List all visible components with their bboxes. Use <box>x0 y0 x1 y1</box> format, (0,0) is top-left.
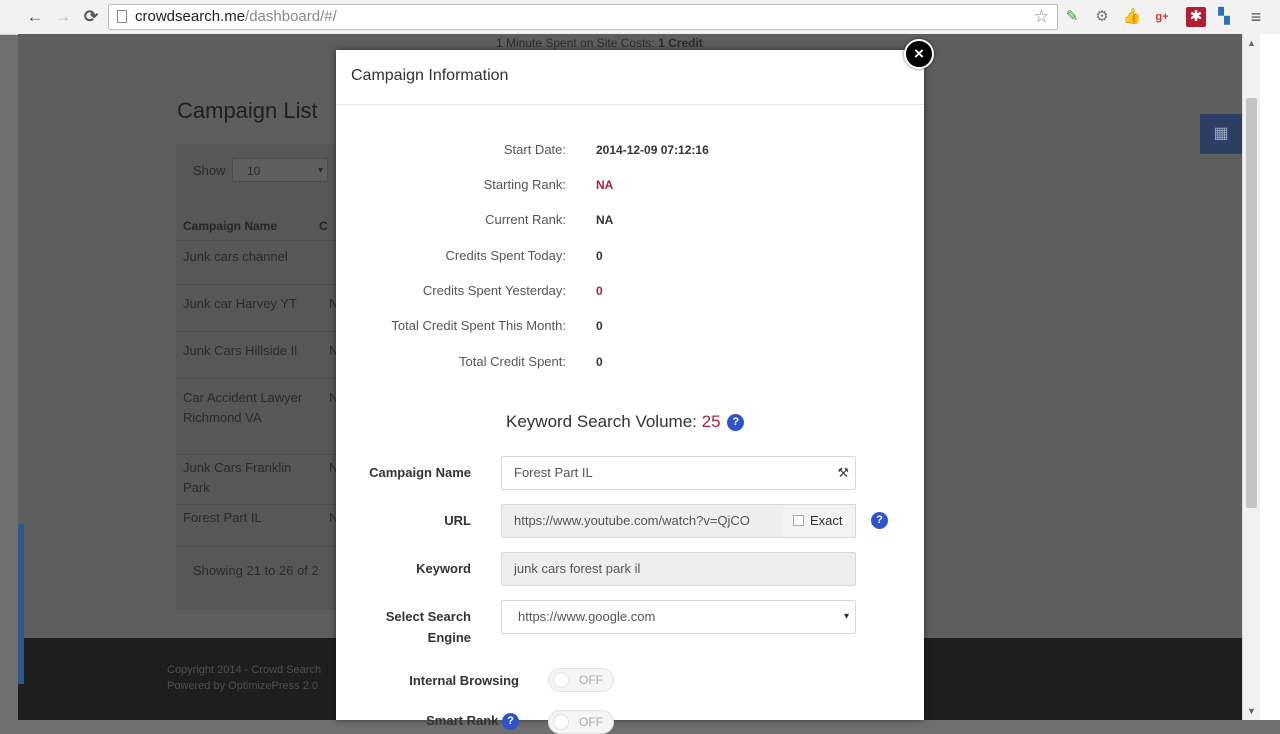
toggle-knob <box>553 672 569 688</box>
url-input[interactable]: https://www.youtube.com/watch?v=QjCO <box>501 504 783 538</box>
smart-rank-toggle[interactable]: OFF <box>548 710 614 734</box>
help-icon[interactable]: ? <box>727 414 745 431</box>
table-footer-divider <box>176 546 356 547</box>
extension-pencil-icon[interactable]: ✎ <box>1062 7 1082 27</box>
keyword-label: Keyword <box>416 561 471 576</box>
extension-google-plus-icon[interactable]: g+ <box>1152 7 1172 27</box>
keyword-search-volume: Keyword Search Volume: 25 ? <box>506 412 745 432</box>
modal-close-button[interactable]: × <box>904 39 934 69</box>
credit-total-label: Total Credit Spent: <box>459 354 566 369</box>
side-badge-icon[interactable]: ▦ <box>1200 114 1242 154</box>
column-header-campaign-name[interactable]: Campaign Name <box>183 219 277 233</box>
credits-today-label: Credits Spent Today: <box>445 248 566 263</box>
table-row[interactable]: Junk Cars Franklin Park <box>183 458 313 498</box>
extension-red-badge-icon[interactable]: ✱ <box>1186 7 1206 27</box>
address-text: crowdsearch.me/dashboard/#/ <box>135 8 337 25</box>
starting-rank-label: Starting Rank: <box>483 177 566 192</box>
exact-match-checkbox[interactable]: Exact <box>782 504 856 538</box>
show-label: Show <box>193 163 226 178</box>
column-header-second[interactable]: C <box>319 219 328 233</box>
internal-browsing-label: Internal Browsing <box>409 673 519 688</box>
campaign-name-input[interactable]: Forest Part IL ⚒ <box>501 456 856 490</box>
table-row[interactable]: Car Accident Lawyer Richmond VA <box>183 388 313 428</box>
search-engine-select[interactable]: https://www.google.com ▾ <box>501 600 856 634</box>
starting-rank-value: NA <box>596 178 614 192</box>
forward-icon[interactable]: → <box>52 6 74 28</box>
modal-title: Campaign Information <box>351 67 509 84</box>
input-edit-icon[interactable]: ⚒ <box>837 457 849 489</box>
reload-icon[interactable]: ⟳ <box>80 6 102 28</box>
pagination-info: Showing 21 to 26 of 2 <box>193 563 319 578</box>
credits-yesterday-value: 0 <box>596 284 603 298</box>
credit-month-value: 0 <box>596 319 603 333</box>
campaign-list-panel <box>176 144 356 610</box>
credits-yesterday-label: Credits Spent Yesterday: <box>422 283 566 298</box>
row-divider <box>176 504 356 505</box>
page-icon <box>117 10 127 23</box>
url-help-icon[interactable]: ? <box>871 512 888 529</box>
window-edge <box>1260 34 1280 720</box>
table-row[interactable]: Junk cars channel <box>183 247 313 267</box>
bookmark-star-icon[interactable]: ☆ <box>1034 5 1049 29</box>
keyword-input[interactable]: junk cars forest park il <box>501 552 856 586</box>
checkbox-icon[interactable] <box>793 515 804 526</box>
row-divider <box>176 454 356 455</box>
page-scrollbar[interactable]: ▲ ▼ <box>1242 34 1261 720</box>
chevron-down-icon: ▾ <box>843 611 849 622</box>
row-divider <box>176 240 356 241</box>
current-rank-value: NA <box>596 213 614 227</box>
table-row[interactable]: Junk Cars Hillside Il <box>183 341 313 361</box>
internal-browsing-toggle[interactable]: OFF <box>548 668 614 692</box>
campaign-info-modal: Campaign Information Start Date: 2014-12… <box>336 50 924 734</box>
smart-rank-label: Smart Rank ? <box>426 710 519 731</box>
cost-notice: 1 Minute Spent on Site Costs: 1 Credit <box>496 36 703 50</box>
row-divider <box>176 331 356 332</box>
scroll-down-icon[interactable]: ▼ <box>1247 706 1256 716</box>
current-rank-label: Current Rank: <box>485 212 566 227</box>
table-row[interactable]: Junk car Harvey YT <box>183 294 313 314</box>
start-date-value: 2014-12-09 07:12:16 <box>596 143 709 157</box>
chevron-down-icon: ▾ <box>317 165 323 176</box>
extension-blue-square-icon[interactable]: ▚ <box>1214 7 1234 27</box>
scrollbar-thumb[interactable] <box>1246 98 1257 508</box>
table-row[interactable]: Forest Part IL <box>183 508 313 528</box>
extension-gear-icon[interactable]: ⚙ <box>1092 7 1112 27</box>
page-size-select[interactable]: 10 ▾ <box>232 158 328 182</box>
start-date-label: Start Date: <box>503 142 566 157</box>
modal-header: Campaign Information <box>336 50 924 105</box>
scroll-up-icon[interactable]: ▲ <box>1247 38 1256 48</box>
credits-today-value: 0 <box>596 249 603 263</box>
browser-toolbar: ← → ⟳ crowdsearch.me/dashboard/#/ ☆ ✎ ⚙ … <box>0 0 1280 35</box>
row-divider <box>176 378 356 379</box>
url-label: URL <box>444 513 471 528</box>
campaign-list-title: Campaign List <box>177 98 318 123</box>
toggle-knob <box>553 714 569 730</box>
extension-thumbs-up-icon[interactable]: 👍 <box>1122 7 1142 27</box>
browser-menu-icon[interactable]: ≡ <box>1246 7 1266 27</box>
credit-total-value: 0 <box>596 355 603 369</box>
copyright-text: Copyright 2014 - Crowd Search Powered by… <box>167 664 322 692</box>
left-edge-tab <box>18 524 24 684</box>
address-bar[interactable]: crowdsearch.me/dashboard/#/ ☆ <box>108 4 1058 30</box>
credit-month-label: Total Credit Spent This Month: <box>391 318 566 333</box>
campaign-name-label: Campaign Name <box>369 465 471 480</box>
search-engine-label: Select Search Engine <box>385 609 471 645</box>
row-divider <box>176 284 356 285</box>
smart-rank-help-icon[interactable]: ? <box>502 713 519 730</box>
back-icon[interactable]: ← <box>24 6 46 28</box>
